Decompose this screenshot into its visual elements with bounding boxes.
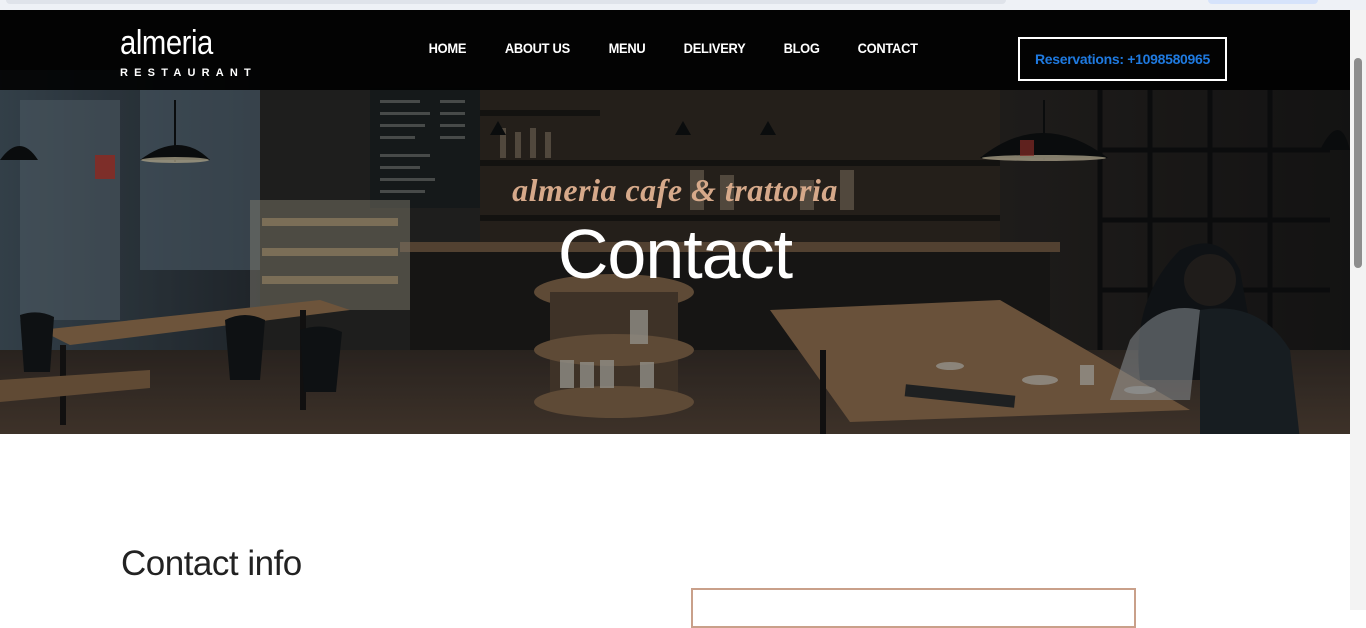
nav-item-menu[interactable]: MENU [592, 40, 660, 62]
brand-subtitle: RESTAURANT [120, 67, 257, 79]
nav-item-contact[interactable]: CONTACT [842, 40, 933, 62]
nav-item-about-us[interactable]: ABOUT US [489, 40, 585, 62]
nav-item-blog[interactable]: BLOG [768, 40, 835, 62]
reservations-button[interactable]: Reservations: +1098580965 [1018, 37, 1227, 81]
page-scrollbar[interactable] [1350, 10, 1366, 610]
main-menu: HOME ABOUT US MENU DELIVERY BLOG CONTACT [410, 40, 937, 62]
nav-item-delivery[interactable]: DELIVERY [668, 40, 761, 62]
address-bar-edge [6, 0, 1006, 4]
brand-logo[interactable]: almeria [120, 24, 213, 63]
hero-tagline: almeria cafe & trattoria [512, 172, 838, 208]
nav-item-home[interactable]: HOME [413, 40, 482, 62]
page-title: Contact [557, 215, 793, 293]
top-navbar: almeria RESTAURANT HOME ABOUT US MENU DE… [0, 10, 1350, 90]
browser-chrome-strip [0, 0, 1366, 10]
contact-info-heading: Contact info [121, 544, 302, 583]
contact-form-box [691, 588, 1136, 628]
scrollbar-thumb[interactable] [1354, 58, 1362, 268]
toolbar-button-edge [1208, 0, 1318, 4]
